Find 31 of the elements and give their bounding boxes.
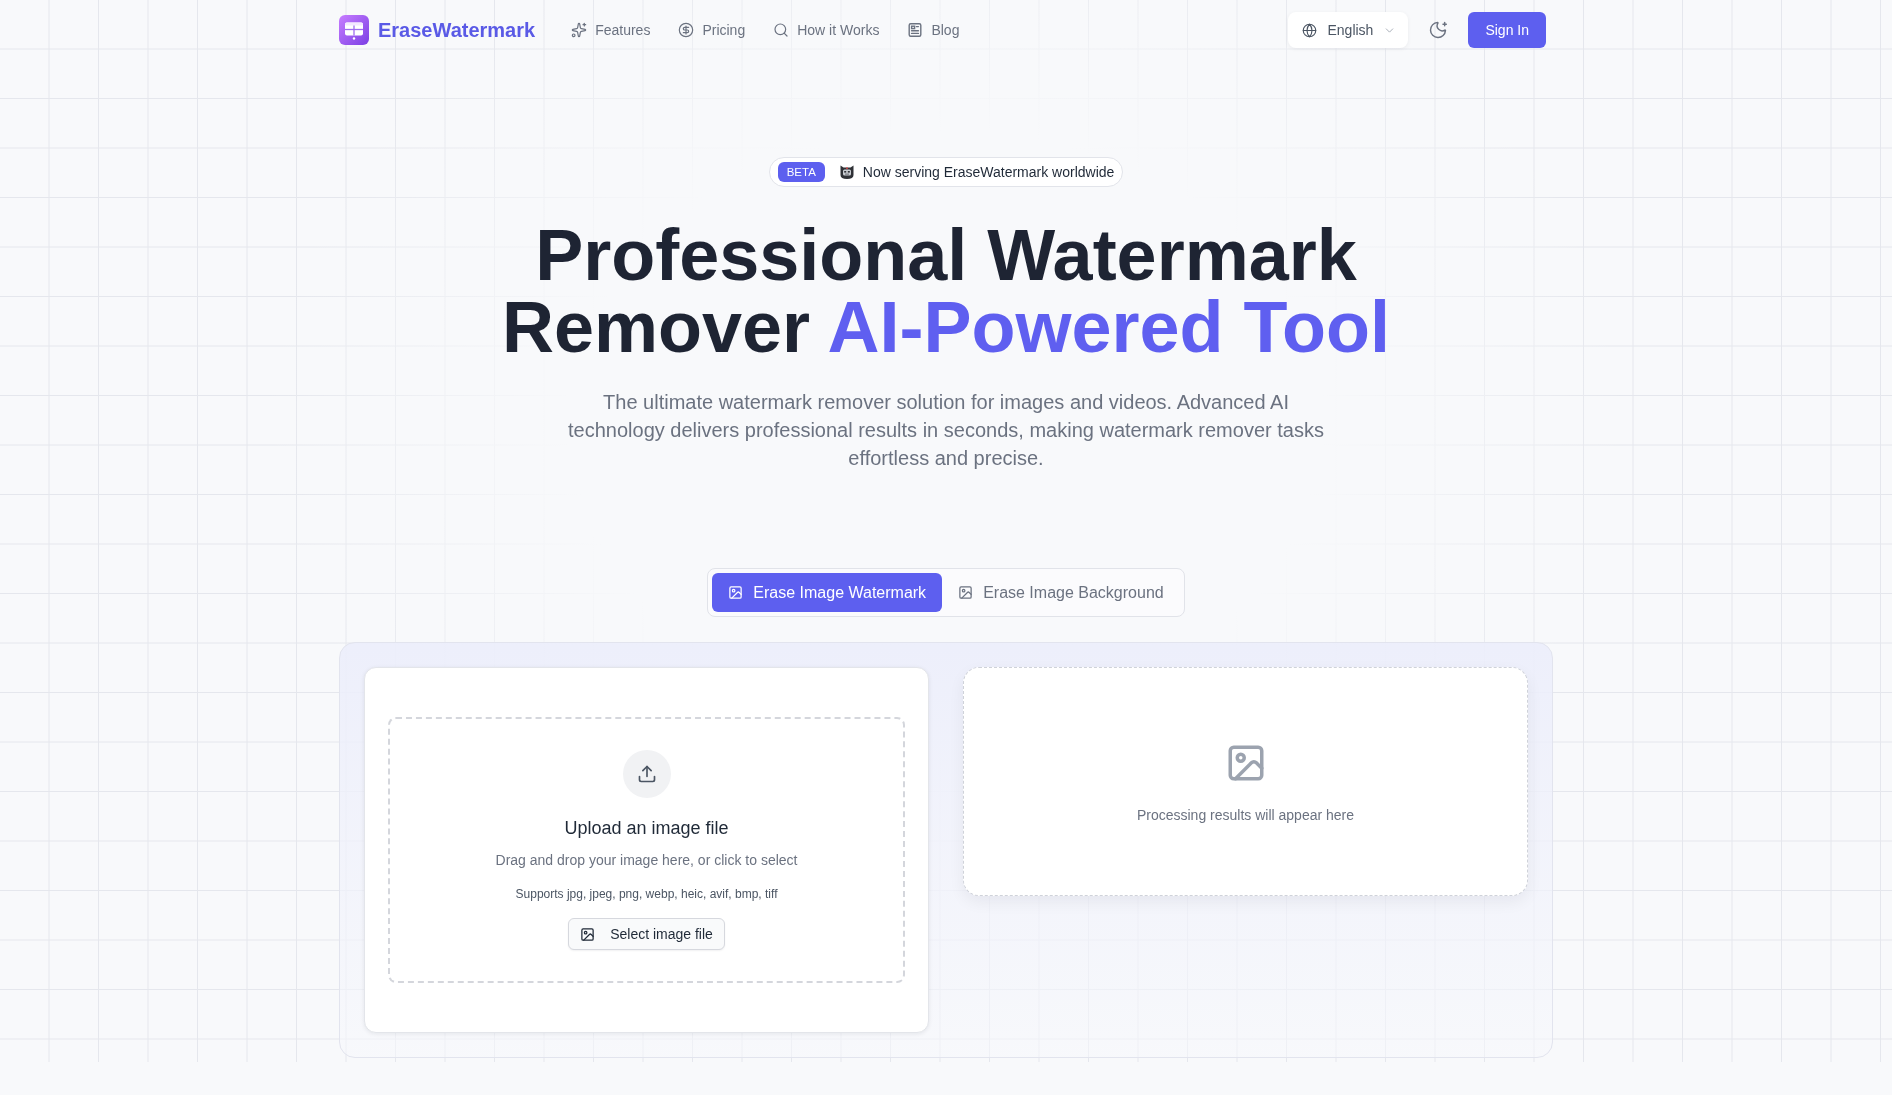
logo-icon — [339, 15, 369, 45]
robot-face-icon — [838, 164, 855, 180]
upload-hint: Drag and drop your image here, or click to select — [495, 851, 798, 870]
globe-icon — [1302, 22, 1318, 38]
sparkles-icon — [571, 22, 588, 38]
image-icon — [728, 585, 744, 600]
search-icon — [773, 22, 790, 38]
document-icon — [907, 22, 924, 38]
nav-link[interactable]: Features — [571, 22, 651, 38]
upload-dropzone[interactable]: Upload an image file Drag and drop your image here, or click to select Supports jpg, jpeg, png, webp, heic, avif, bmp, tiff Select image file — [388, 717, 905, 983]
image-icon — [580, 926, 596, 942]
nav-link[interactable]: How it Works — [773, 22, 880, 38]
language-dropdown[interactable]: English — [1288, 12, 1409, 48]
beta-tag: BETA — [777, 162, 825, 182]
announcement-text: Now serving EraseWatermark worldwide — [862, 164, 1115, 180]
sign-in-button[interactable]: Sign In — [1468, 12, 1546, 48]
hero-heading: Professional Watermark Remover AI-Powered Tool — [500, 219, 1392, 363]
image-icon — [958, 585, 974, 600]
upload-title: Upload an image file — [564, 817, 729, 840]
mode-tab[interactable]: Erase Image Watermark — [712, 573, 943, 612]
nav-link[interactable]: Pricing — [678, 22, 746, 38]
result-placeholder-text: Processing results will appear here — [1136, 806, 1355, 825]
upload-icon — [622, 750, 671, 798]
hero-subtitle: The ultimate watermark remover solution for images and videos. Advanced AI technology delivers professional results in seconds, making watermark remover tasks effortless and precise. — [567, 390, 1325, 471]
select-file-button[interactable]: Select image file — [568, 918, 725, 950]
mode-tab[interactable]: Erase Image Background — [942, 573, 1180, 612]
moon-icon — [1428, 20, 1449, 40]
supported-formats-text: Supports jpg, jpeg, png, webp, heic, avif, bmp, tiff — [515, 886, 778, 902]
nav-link[interactable]: Blog — [907, 22, 960, 38]
dollar-coin-icon — [678, 22, 695, 38]
brand-link[interactable]: EraseWatermark — [339, 15, 536, 45]
